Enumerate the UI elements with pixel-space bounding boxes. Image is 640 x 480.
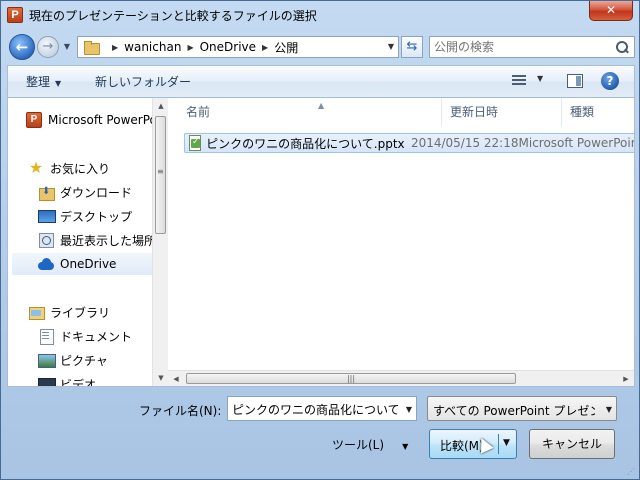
command-bar: 整理 ▼ 新しいフォルダー ▼ ? — [7, 65, 635, 97]
breadcrumb-chevron-icon[interactable]: ▶ — [187, 43, 193, 52]
nav-item-label: ドキュメント — [60, 329, 133, 344]
nav-item-label: ビデオ — [60, 377, 97, 387]
nav-item-onedrive[interactable]: OneDrive — [12, 253, 152, 275]
search-input[interactable] — [434, 39, 610, 55]
sort-ascending-icon: ▲ — [318, 101, 325, 110]
column-header-type[interactable]: 種類 — [562, 98, 634, 126]
library-icon — [28, 304, 45, 320]
chevron-down-icon: ▼ — [55, 79, 62, 88]
recent-locations-dropdown[interactable]: ▼ — [61, 41, 73, 53]
scroll-up-icon[interactable]: ▲ — [153, 98, 168, 114]
onedrive-icon — [38, 256, 54, 272]
chevron-down-icon: ▼ — [605, 405, 612, 414]
window-title: 現在のプレゼンテーションと比較するファイルの選択 — [29, 9, 317, 23]
nav-item-documents[interactable]: ドキュメント — [38, 325, 168, 347]
breadcrumb[interactable]: ▶ wanichan ▶ OneDrive ▶ 公開 ▼ — [77, 36, 399, 58]
search-icon[interactable] — [616, 41, 628, 53]
browser-area: P Microsoft PowerPoint ★ お気に入り ダウンロード デス… — [7, 97, 635, 387]
file-row[interactable]: ピンクのワニの商品化について.pptx 2014/05/15 22:18 Mic… — [184, 133, 634, 153]
refresh-button[interactable]: ⇆ — [401, 36, 423, 58]
title-bar: P 現在のプレゼンテーションと比較するファイルの選択 ✕ — [1, 1, 639, 29]
nav-item-favorites[interactable]: ★ お気に入り — [28, 157, 168, 179]
nav-item-libraries[interactable]: ライブラリ — [28, 301, 168, 323]
navigation-scrollbar[interactable]: ▲ ▼ — [152, 98, 168, 386]
scroll-down-icon[interactable]: ▼ — [153, 370, 168, 386]
breadcrumb-item-wanichan[interactable]: wanichan — [124, 40, 181, 54]
back-button[interactable]: ← — [9, 34, 35, 60]
help-icon[interactable]: ? — [601, 72, 619, 90]
new-folder-button[interactable]: 新しいフォルダー — [95, 73, 191, 90]
file-modified: 2014/05/15 22:18 — [410, 136, 519, 150]
scrollbar-thumb[interactable] — [155, 116, 166, 234]
nav-item-label: ピクチャ — [60, 353, 108, 368]
filename-input[interactable] — [232, 401, 398, 417]
folder-icon — [84, 40, 100, 55]
column-header-name[interactable]: ▲ 名前 — [178, 98, 442, 126]
nav-item-powerpoint[interactable]: P Microsoft PowerPoint — [26, 109, 168, 131]
column-header-modified[interactable]: 更新日時 — [442, 98, 562, 126]
breadcrumb-chevron-icon[interactable]: ▶ — [262, 43, 268, 52]
column-header-label: 名前 — [186, 105, 211, 119]
tools-label: ツール(L) — [332, 438, 385, 452]
filetype-select[interactable]: すべての PowerPoint プレゼンテーション ▼ — [427, 396, 617, 421]
forward-button[interactable]: → — [37, 36, 59, 58]
breadcrumb-item-onedrive[interactable]: OneDrive — [200, 40, 256, 54]
nav-item-label: Microsoft PowerPoint — [48, 113, 168, 127]
star-icon: ★ — [28, 158, 44, 177]
desktop-icon — [38, 208, 56, 224]
nav-item-label: ダウンロード — [60, 185, 133, 200]
pptx-file-icon — [189, 135, 202, 151]
powerpoint-app-icon: P — [7, 7, 23, 23]
organize-button[interactable]: 整理 ▼ — [26, 73, 61, 90]
nav-item-desktop[interactable]: デスクトップ — [38, 205, 168, 227]
filetype-value: すべての PowerPoint プレゼンテーション — [433, 404, 595, 418]
scroll-right-icon[interactable]: ▶ — [618, 371, 634, 386]
nav-item-pictures[interactable]: ピクチャ — [38, 349, 168, 371]
tools-button[interactable]: ツール(L) ▼ — [332, 436, 408, 453]
file-name: ピンクのワニの商品化について.pptx — [206, 136, 405, 151]
breadcrumb-chevron-icon[interactable]: ▶ — [112, 43, 118, 52]
recent-places-icon — [38, 232, 54, 248]
nav-item-videos[interactable]: ビデオ — [38, 373, 168, 386]
nav-item-label: 最近表示した場所 — [60, 233, 152, 248]
compare-button[interactable]: 比較(M) ▼ — [429, 429, 517, 459]
view-options-dropdown[interactable]: ▼ — [537, 74, 543, 83]
split-divider — [498, 434, 499, 454]
file-dialog-window: P 現在のプレゼンテーションと比較するファイルの選択 ✕ ← → ▼ ▶ wan… — [0, 0, 640, 480]
scroll-left-icon[interactable]: ◀ — [168, 371, 184, 386]
cancel-button[interactable]: キャンセル — [529, 429, 615, 459]
download-folder-icon — [38, 184, 55, 201]
change-view-icon[interactable] — [512, 75, 526, 87]
search-box[interactable] — [429, 36, 635, 58]
nav-item-label: デスクトップ — [60, 209, 133, 224]
resize-grip-icon[interactable]: ⋰ — [627, 467, 637, 477]
documents-icon — [38, 328, 54, 345]
navigation-pane: P Microsoft PowerPoint ★ お気に入り ダウンロード デス… — [8, 98, 168, 386]
nav-item-label: お気に入り — [50, 161, 111, 176]
filename-label: ファイル名(N): — [139, 404, 222, 418]
address-row: ← → ▼ ▶ wanichan ▶ OneDrive ▶ 公開 ▼ ⇆ — [7, 33, 635, 61]
preview-pane-icon[interactable] — [567, 74, 583, 88]
videos-icon — [38, 376, 56, 386]
pictures-icon — [38, 352, 56, 368]
nav-item-label: OneDrive — [60, 257, 117, 271]
file-type: Microsoft PowerPoint — [518, 136, 635, 150]
scrollbar-thumb[interactable]: ||| — [186, 373, 516, 384]
powerpoint-icon: P — [26, 112, 42, 128]
close-button[interactable]: ✕ — [589, 1, 633, 21]
nav-item-recent-places[interactable]: 最近表示した場所 — [38, 229, 152, 251]
chevron-down-icon: ▼ — [402, 442, 409, 451]
horizontal-scrollbar[interactable]: ◀ ||| ▶ — [168, 370, 634, 386]
nav-item-label: ライブラリ — [50, 305, 111, 320]
compare-options-dropdown[interactable]: ▼ — [503, 438, 510, 448]
address-dropdown-icon[interactable]: ▼ — [388, 42, 394, 51]
nav-item-downloads[interactable]: ダウンロード — [38, 181, 168, 203]
file-list: ▲ 名前 更新日時 種類 ピンクのワニの商品化について.pptx 2014/05… — [168, 98, 634, 386]
filename-combobox[interactable]: ▼ — [227, 396, 417, 421]
breadcrumb-item-public[interactable]: 公開 — [274, 39, 298, 56]
organize-label: 整理 — [26, 75, 51, 89]
chevron-down-icon[interactable]: ▼ — [406, 405, 412, 414]
